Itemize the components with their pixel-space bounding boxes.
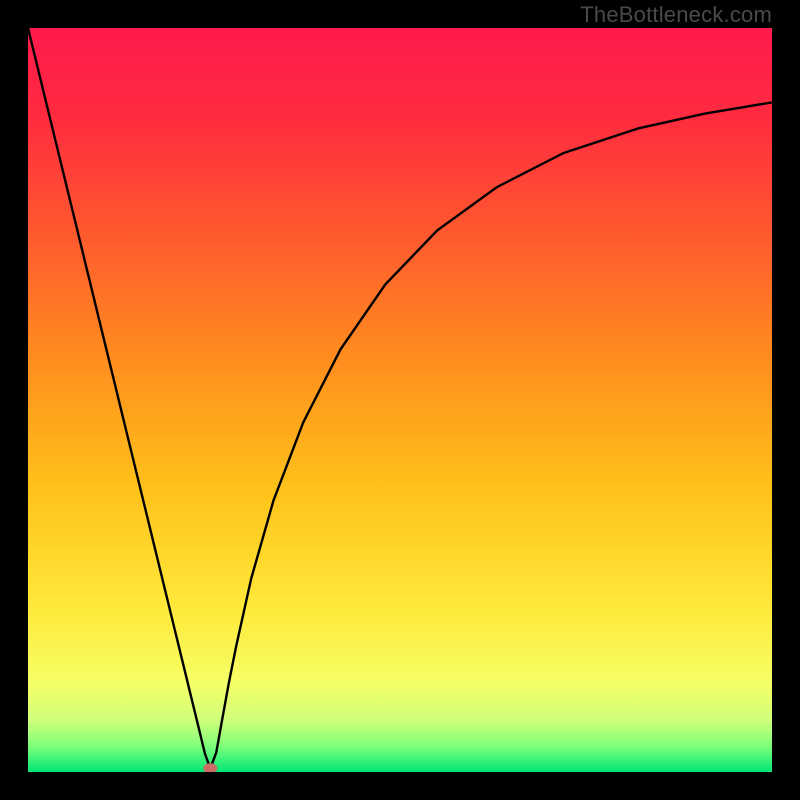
chart-frame: TheBottleneck.com <box>0 0 800 800</box>
gradient-background <box>28 28 772 772</box>
bottleneck-chart <box>28 28 772 772</box>
watermark-text: TheBottleneck.com <box>580 2 772 28</box>
plot-area <box>28 28 772 772</box>
